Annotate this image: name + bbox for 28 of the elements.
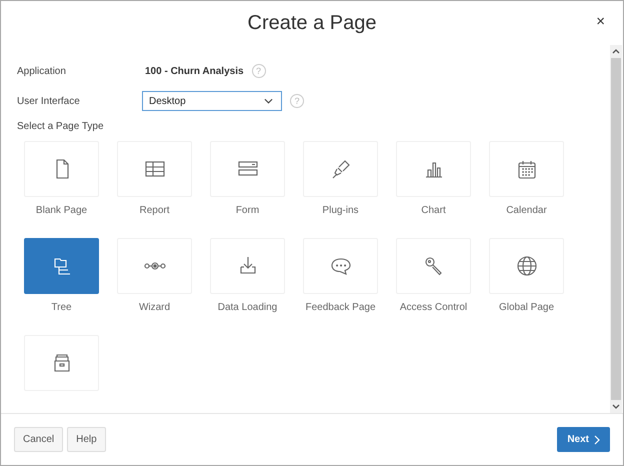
- tile-label: Tree: [51, 302, 72, 313]
- field-label: User Interface: [17, 96, 81, 106]
- tile-label: Wizard: [138, 302, 170, 313]
- tile-label: Feedback Page: [305, 302, 376, 313]
- select-field[interactable]: Desktop: [142, 91, 282, 111]
- field-label: Application: [17, 66, 67, 76]
- footer-button[interactable]: Help: [67, 427, 106, 452]
- tile-label: Data Loading: [218, 302, 278, 313]
- caret-icon: [264, 98, 273, 104]
- tile-label: Form: [236, 205, 260, 216]
- globe-icon: [514, 254, 538, 278]
- tile-label: Calendar: [506, 205, 547, 216]
- tile-label: Global Page: [498, 302, 554, 313]
- footer-button[interactable]: Cancel: [14, 427, 64, 452]
- tile-label: Access Control: [400, 302, 468, 313]
- scrollbar[interactable]: [610, 45, 622, 413]
- tile-label: Plug-ins: [322, 205, 359, 216]
- chevron-icon: [594, 434, 600, 444]
- next-button[interactable]: Next: [557, 427, 610, 452]
- close-button[interactable]: ×: [594, 14, 607, 30]
- section-label: Select a Page Type: [17, 121, 105, 132]
- tile-label: Chart: [421, 205, 446, 216]
- dialog-title: Create a Page: [248, 12, 376, 34]
- steps-icon: [144, 262, 166, 270]
- tile-label: Blank Page: [36, 205, 88, 216]
- field-value: 100 - Churn Analysis: [145, 66, 244, 76]
- page-type-tile[interactable]: [24, 238, 99, 294]
- tile-label: Report: [139, 205, 170, 216]
